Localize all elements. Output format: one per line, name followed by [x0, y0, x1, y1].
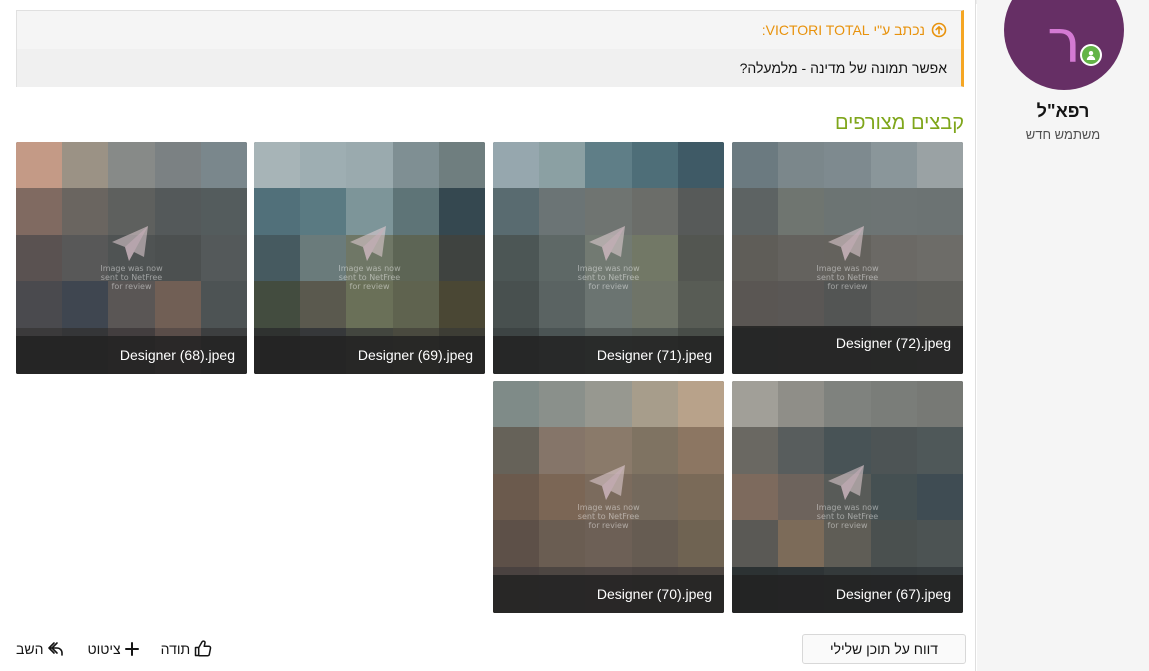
quote-label: ציטוט	[87, 640, 121, 657]
avatar-letter: ר	[1047, 7, 1081, 77]
attachment-filename: Designer (70).jpeg	[493, 575, 724, 613]
attachments-title: קבצים מצורפים	[834, 112, 964, 134]
attachment-tile[interactable]: Image was now sent to NetFree for review De…	[732, 381, 963, 613]
review-notice-line: Image was now	[577, 503, 640, 512]
review-notice-line: Image was now	[816, 503, 879, 512]
quote-header[interactable]: נכתב ע"י VICTORI TOTAL:	[17, 11, 961, 49]
paper-plane-icon	[350, 226, 386, 261]
review-notice: Image was now sent to NetFree for review	[732, 503, 963, 530]
review-notice: Image was now sent to NetFree for review	[16, 264, 247, 291]
quote-text: אפשר תמונה של מדינה - מלמעלה?	[17, 49, 961, 87]
arrow-up-circle-icon[interactable]	[931, 22, 947, 38]
review-notice-line: sent to NetFree	[100, 273, 163, 282]
attachment-tile[interactable]: Image was now sent to NetFree for review De…	[732, 142, 963, 374]
reply-button[interactable]: השב	[16, 640, 65, 657]
reply-icon	[48, 641, 64, 656]
attachment-tile[interactable]: Image was now sent to NetFree for review De…	[493, 381, 724, 613]
attachment-tile[interactable]: Image was now sent to NetFree for review De…	[493, 142, 724, 374]
quote-button[interactable]: ציטוט	[87, 640, 139, 657]
attachment-filename: Designer (71).jpeg	[493, 336, 724, 374]
plus-icon	[124, 641, 139, 656]
review-notice: Image was now sent to NetFree for review	[493, 503, 724, 530]
quote-author: נכתב ע"י VICTORI TOTAL:	[761, 22, 925, 38]
review-notice-line: sent to NetFree	[816, 512, 879, 521]
review-notice-line: for review	[111, 282, 152, 291]
review-notice-line: Image was now	[816, 264, 879, 273]
review-notice-line: Image was now	[577, 264, 640, 273]
report-button[interactable]: דווח על תוכן שלילי	[802, 634, 966, 664]
online-status-icon	[1080, 44, 1102, 66]
review-notice-line: Image was now	[338, 264, 401, 273]
review-notice-line: for review	[827, 282, 868, 291]
attachment-filename: Designer (67).jpeg	[732, 575, 963, 613]
quote-block: נכתב ע"י VICTORI TOTAL: אפשר תמונה של מד…	[16, 10, 964, 87]
avatar[interactable]: ר	[1004, 0, 1124, 90]
username[interactable]: רפא"ל	[977, 101, 1149, 122]
paper-plane-icon	[828, 465, 864, 500]
paper-plane-icon	[589, 226, 625, 261]
review-notice-line: Image was now	[100, 264, 163, 273]
attachment-tile[interactable]: Image was now sent to NetFree for review De…	[254, 142, 485, 374]
review-notice: Image was now sent to NetFree for review	[254, 264, 485, 291]
paper-plane-icon	[112, 226, 148, 261]
post-body: נכתב ע"י VICTORI TOTAL: אפשר תמונה של מד…	[0, 0, 976, 671]
attachment-filename: Designer (72).jpeg	[732, 326, 963, 374]
review-notice-line: for review	[588, 521, 629, 530]
user-title: משתמש חדש	[1025, 127, 1101, 142]
attachment-filename: Designer (68).jpeg	[16, 336, 247, 374]
review-notice: Image was now sent to NetFree for review	[493, 264, 724, 291]
paper-plane-icon	[589, 465, 625, 500]
attachment-filename: Designer (69).jpeg	[254, 336, 485, 374]
review-notice-line: sent to NetFree	[816, 273, 879, 282]
reply-label: השב	[16, 640, 44, 657]
review-notice-line: for review	[588, 282, 629, 291]
review-notice-line: sent to NetFree	[577, 512, 640, 521]
post-actions: השב ציטוט תודה	[16, 640, 212, 657]
attachment-tile[interactable]: Image was now sent to NetFree for review De…	[16, 142, 247, 374]
review-notice-line: for review	[349, 282, 390, 291]
user-sidebar: ר רפא"ל משתמש חדש	[977, 0, 1149, 671]
review-notice-line: for review	[827, 521, 868, 530]
like-button[interactable]: תודה	[161, 640, 213, 657]
paper-plane-icon	[828, 226, 864, 261]
like-label: תודה	[160, 640, 191, 657]
review-notice: Image was now sent to NetFree for review	[732, 264, 963, 291]
thumbs-up-icon	[194, 640, 212, 657]
review-notice-line: sent to NetFree	[338, 273, 401, 282]
review-notice-line: sent to NetFree	[577, 273, 640, 282]
